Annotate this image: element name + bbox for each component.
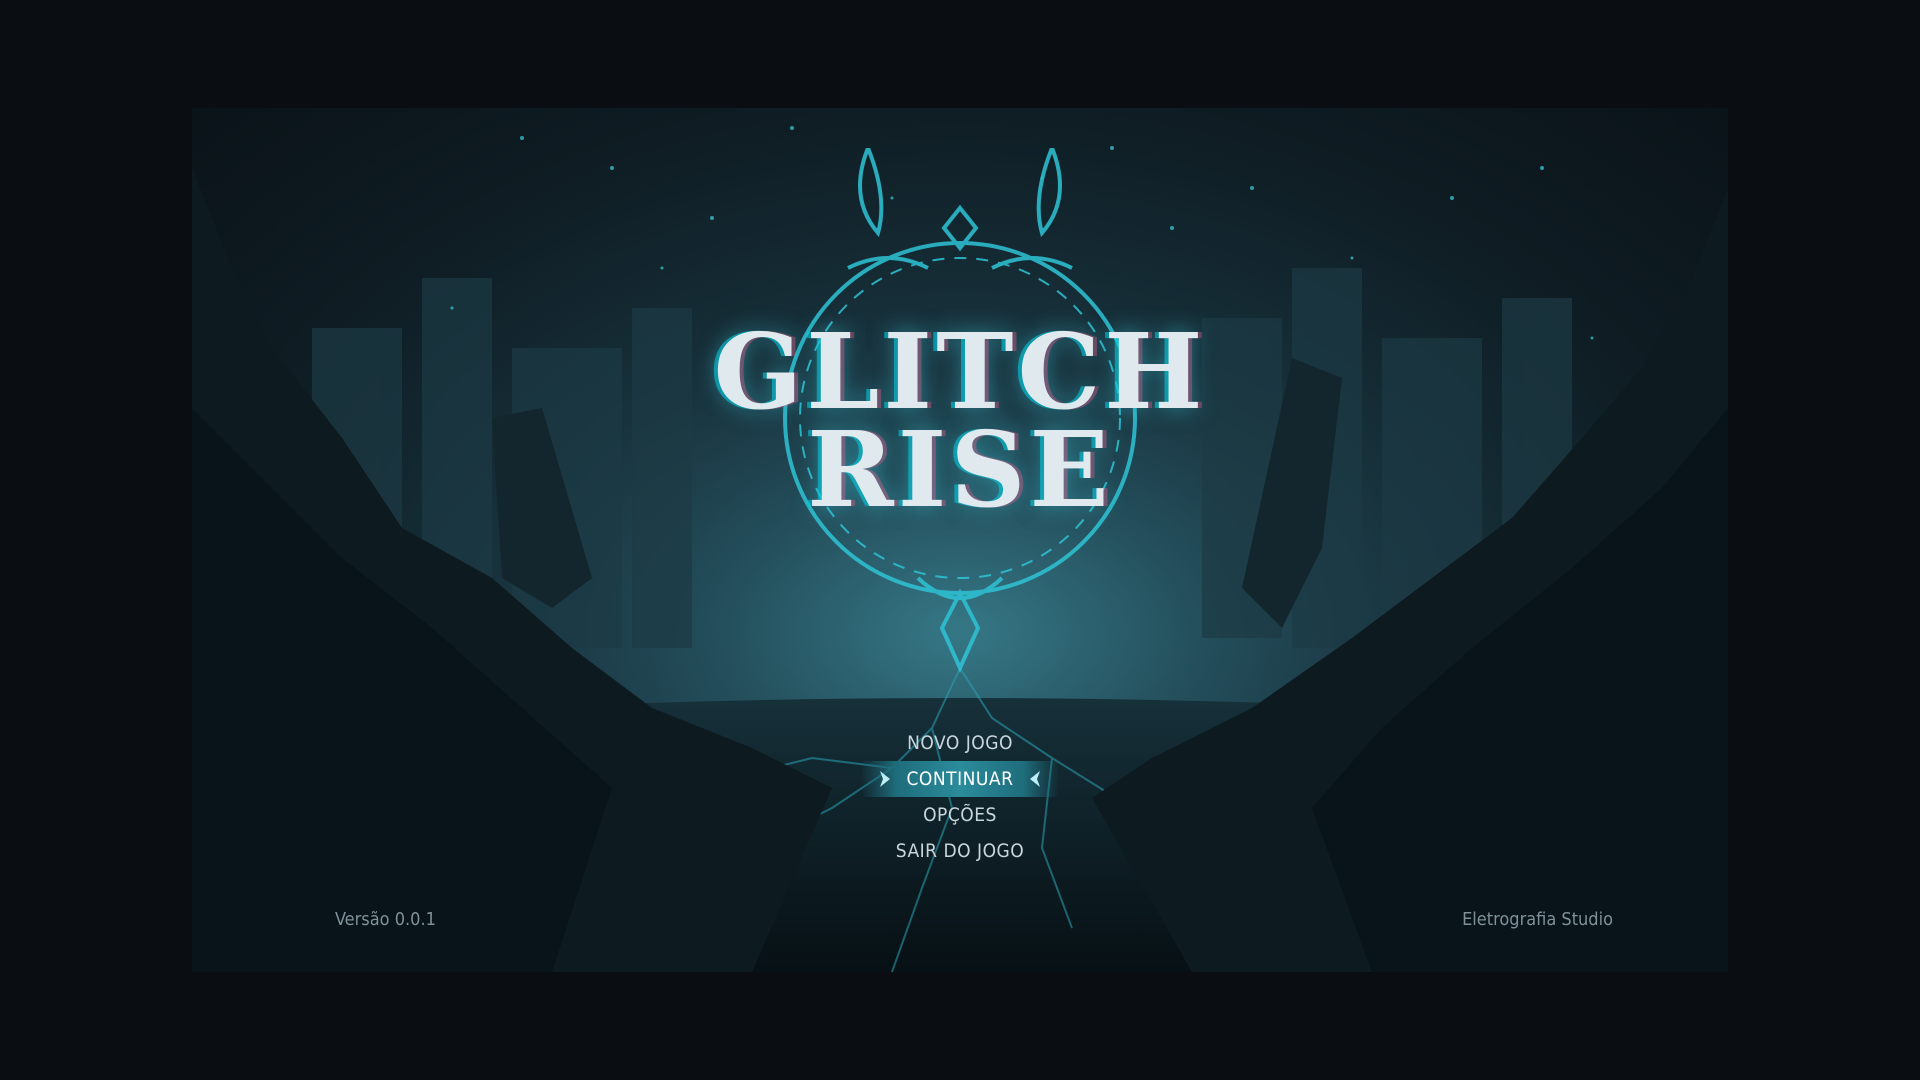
title-line-rise: RISE [807,408,1113,531]
title-line-glitch: GLITCH [713,310,1207,433]
menu-item-label: NOVO JOGO [907,732,1013,754]
menu-item-label: CONTINUAR [906,768,1014,790]
game-screen: GLITCH RISE NOVO JOGO CONTINUAR OPÇÕES S… [192,108,1728,972]
game-title: GLITCH RISE [192,310,1728,531]
version-label: Versão 0.0.1 [335,909,436,930]
menu-item-label: OPÇÕES [923,804,997,826]
studio-credit: Eletrografia Studio [1462,909,1613,930]
menu-item-options[interactable]: OPÇÕES [923,797,997,833]
main-menu: NOVO JOGO CONTINUAR OPÇÕES SAIR DO JOGO [192,725,1728,869]
menu-item-quit-game[interactable]: SAIR DO JOGO [896,833,1024,869]
chevron-left-icon [1030,771,1040,787]
menu-item-new-game[interactable]: NOVO JOGO [907,725,1013,761]
menu-item-label: SAIR DO JOGO [895,840,1025,862]
chevron-right-icon [880,771,890,787]
menu-item-continue[interactable]: CONTINUAR [861,761,1059,797]
